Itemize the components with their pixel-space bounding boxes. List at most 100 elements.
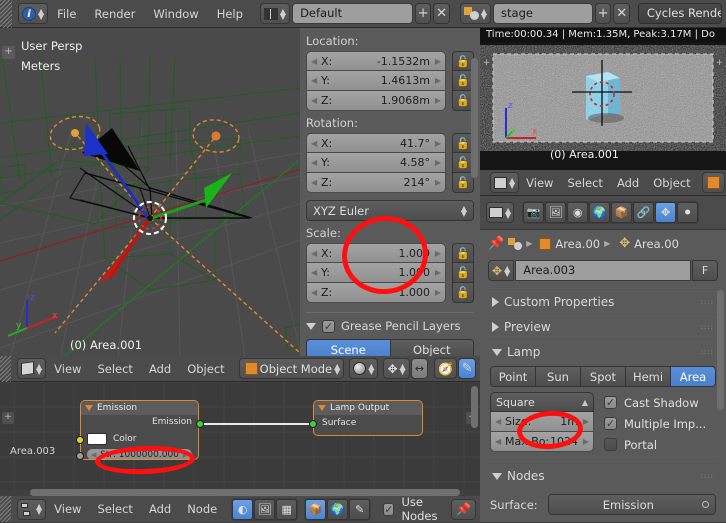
node-emission-strength-field[interactable]: ◀ Str: 1000000.000 ▶ bbox=[86, 448, 193, 459]
lamp-datablock-name-field[interactable]: Area.003 bbox=[515, 260, 691, 281]
menu-render[interactable]: Render bbox=[85, 0, 144, 28]
panel-grip-icon[interactable]: :::: bbox=[701, 473, 714, 480]
increment-arrow-icon[interactable]: ▶ bbox=[435, 288, 441, 297]
scene-tab-icon[interactable]: ◉ bbox=[567, 202, 589, 223]
node-emission-output-socket[interactable] bbox=[196, 420, 204, 428]
triangle-down-icon[interactable] bbox=[318, 405, 326, 411]
scale-z-field[interactable]: ◀ Z: 1.000 ▶ bbox=[306, 283, 446, 303]
lamp-shape-dropdown[interactable]: Square ▲ bbox=[490, 392, 594, 412]
panel-nodes[interactable]: Nodes :::: bbox=[488, 463, 718, 488]
decrement-arrow-icon[interactable]: ◀ bbox=[311, 178, 317, 187]
portal-checkbox[interactable] bbox=[604, 438, 617, 451]
node-menu-view[interactable]: View bbox=[46, 495, 89, 523]
render-result-view[interactable]: Time:00:00.34 | Mem:1.35M, Peak:3.17M | … bbox=[480, 28, 726, 170]
node-emission-color-socket[interactable] bbox=[76, 436, 84, 444]
pin-icon[interactable]: 📌 bbox=[488, 236, 504, 251]
increment-arrow-icon[interactable]: ▶ bbox=[435, 249, 441, 258]
lamp-type-spot[interactable]: Spot bbox=[581, 366, 626, 387]
cast-shadow-row[interactable]: ✓ Cast Shadow bbox=[604, 392, 716, 413]
scale-y-field[interactable]: ◀ Y: 1.000 ▶ bbox=[306, 263, 446, 283]
increment-arrow-icon[interactable]: ▶ bbox=[583, 437, 589, 446]
node-menu-node[interactable]: Node bbox=[179, 495, 225, 523]
add-screen-layout-button[interactable]: + bbox=[414, 3, 432, 24]
constraints-tab-icon[interactable]: 🔗 bbox=[633, 202, 655, 223]
panel-custom-properties[interactable]: Custom Properties :::: bbox=[488, 289, 718, 314]
view3d-menu-view[interactable]: View bbox=[46, 355, 89, 383]
location-y-field[interactable]: ◀ Y: 1.4613m ▶ bbox=[306, 71, 446, 91]
object-icon[interactable] bbox=[539, 237, 552, 250]
increment-arrow-icon[interactable]: ▶ bbox=[435, 76, 441, 85]
increment-arrow-icon[interactable]: ▶ bbox=[435, 57, 441, 66]
node-toolshelf-expand-button[interactable]: + bbox=[2, 412, 14, 424]
node-editor-canvas[interactable]: Emission Emission Color ◀ Str: 1000000.0… bbox=[0, 382, 480, 490]
area-corner-grip[interactable] bbox=[0, 0, 12, 28]
lamp-type-sun[interactable]: Sun bbox=[536, 366, 581, 387]
render-layers-tab-icon[interactable]: 🖼 bbox=[545, 202, 567, 223]
rotation-z-field[interactable]: ◀ Z: 214° ▶ bbox=[306, 173, 446, 193]
increment-arrow-icon[interactable]: ▶ bbox=[435, 139, 441, 148]
node-emission[interactable]: Emission Emission Color ◀ Str: 1000000.0… bbox=[80, 400, 199, 460]
portal-row[interactable]: Portal bbox=[604, 434, 716, 455]
texture-shader-icon[interactable]: 🖼 bbox=[254, 498, 276, 520]
lamp-size-field[interactable]: ◀ Size: 1m ▶ bbox=[490, 412, 594, 432]
multiple-importance-row[interactable]: ✓ Multiple Imp... bbox=[604, 413, 716, 434]
rotation-mode-dropdown[interactable]: XYZ Euler ▲ ▼ bbox=[306, 200, 474, 221]
decrement-arrow-icon[interactable]: ◀ bbox=[311, 268, 317, 277]
image-menu-select[interactable]: Select bbox=[560, 169, 609, 197]
add-scene-button[interactable]: + bbox=[594, 3, 612, 24]
decrement-arrow-icon[interactable]: ◀ bbox=[311, 96, 317, 105]
decrement-arrow-icon[interactable]: ◀ bbox=[311, 158, 317, 167]
panel-grip-icon[interactable]: :::: bbox=[701, 299, 714, 306]
use-nodes-checkbox[interactable]: ✓ bbox=[383, 502, 395, 516]
node-lamp-output[interactable]: Lamp Output Surface bbox=[313, 400, 423, 436]
decrement-arrow-icon[interactable]: ◀ bbox=[311, 57, 317, 66]
object-context-icon[interactable]: 📦 bbox=[305, 498, 327, 520]
lamp-datablock-browse-button[interactable]: ✥ ▲ ▼ bbox=[488, 260, 515, 281]
properties-scrollbar[interactable] bbox=[717, 290, 724, 410]
image-menu-object[interactable]: Object bbox=[646, 169, 697, 197]
panel-grip-icon[interactable]: :::: bbox=[701, 349, 714, 356]
view3d-menu-add[interactable]: Add bbox=[141, 355, 179, 383]
image-menu-view[interactable]: View bbox=[519, 169, 560, 197]
n-panel-scrollbar[interactable] bbox=[471, 58, 478, 178]
view3d-menu-object[interactable]: Object bbox=[179, 355, 232, 383]
panel-lamp[interactable]: Lamp :::: bbox=[488, 339, 718, 364]
use-nodes-row[interactable]: ✓ Use Nodes bbox=[383, 495, 441, 523]
toolshelf-expand-button[interactable]: + bbox=[2, 46, 15, 59]
viewport-3d[interactable]: z y x User Persp Meters (0) Area.001 + bbox=[0, 28, 300, 358]
editor-type-selector-view3d[interactable]: ▲ ▼ bbox=[17, 358, 47, 379]
lock-scale-z-icon[interactable]: 🔓 bbox=[452, 283, 474, 303]
node-emission-color-swatch[interactable] bbox=[87, 432, 107, 445]
lamp-type-area[interactable]: Area bbox=[671, 366, 716, 387]
compositing-icon[interactable]: ▦ bbox=[276, 498, 298, 520]
node-emission-header[interactable]: Emission bbox=[81, 401, 198, 415]
decrement-arrow-icon[interactable]: ◀ bbox=[495, 417, 501, 426]
rotation-x-field[interactable]: ◀ X: 41.7° ▶ bbox=[306, 133, 446, 153]
render-engine-selector[interactable]: Cycles Render bbox=[637, 3, 723, 24]
viewport-shading-dropdown[interactable]: ▲ ▼ bbox=[349, 358, 379, 379]
increment-arrow-icon[interactable]: ▶ bbox=[435, 158, 441, 167]
breadcrumb-data-name[interactable]: Area.00 bbox=[634, 237, 679, 251]
editor-type-selector-node[interactable]: ▲ ▼ bbox=[17, 498, 47, 520]
render-sidebar-expand-button[interactable]: + bbox=[714, 58, 725, 69]
multiple-importance-checkbox[interactable]: ✓ bbox=[604, 417, 617, 430]
triangle-down-icon[interactable] bbox=[85, 405, 93, 411]
editor-type-selector-info[interactable]: i ▲ ▼ bbox=[18, 3, 49, 24]
lock-scale-y-icon[interactable]: 🔓 bbox=[452, 263, 474, 283]
scene-name[interactable]: stage bbox=[493, 3, 593, 24]
screen-layout-name[interactable]: Default bbox=[292, 3, 413, 24]
cast-shadow-checkbox[interactable]: ✓ bbox=[604, 396, 617, 409]
panel-grip-icon[interactable]: :::: bbox=[701, 324, 714, 331]
menu-help[interactable]: Help bbox=[208, 0, 252, 28]
scene-selector[interactable]: ▲ ▼ bbox=[459, 3, 492, 24]
node-lamp-output-header[interactable]: Lamp Output bbox=[314, 401, 422, 415]
decrement-arrow-icon[interactable]: ◀ bbox=[311, 76, 317, 85]
scale-x-field[interactable]: ◀ X: 1.000 ▶ bbox=[306, 243, 446, 263]
editor-type-selector-image[interactable]: ▲ ▼ bbox=[490, 172, 520, 193]
menu-file[interactable]: File bbox=[48, 0, 85, 28]
node-menu-select[interactable]: Select bbox=[89, 495, 140, 523]
scene-icon[interactable] bbox=[508, 237, 523, 250]
rotation-y-field[interactable]: ◀ Y: 4.58° ▶ bbox=[306, 153, 446, 173]
grease-pencil-checkbox[interactable]: ✓ bbox=[322, 319, 335, 333]
manipulator-translate-icon[interactable]: ✎ bbox=[458, 358, 476, 379]
